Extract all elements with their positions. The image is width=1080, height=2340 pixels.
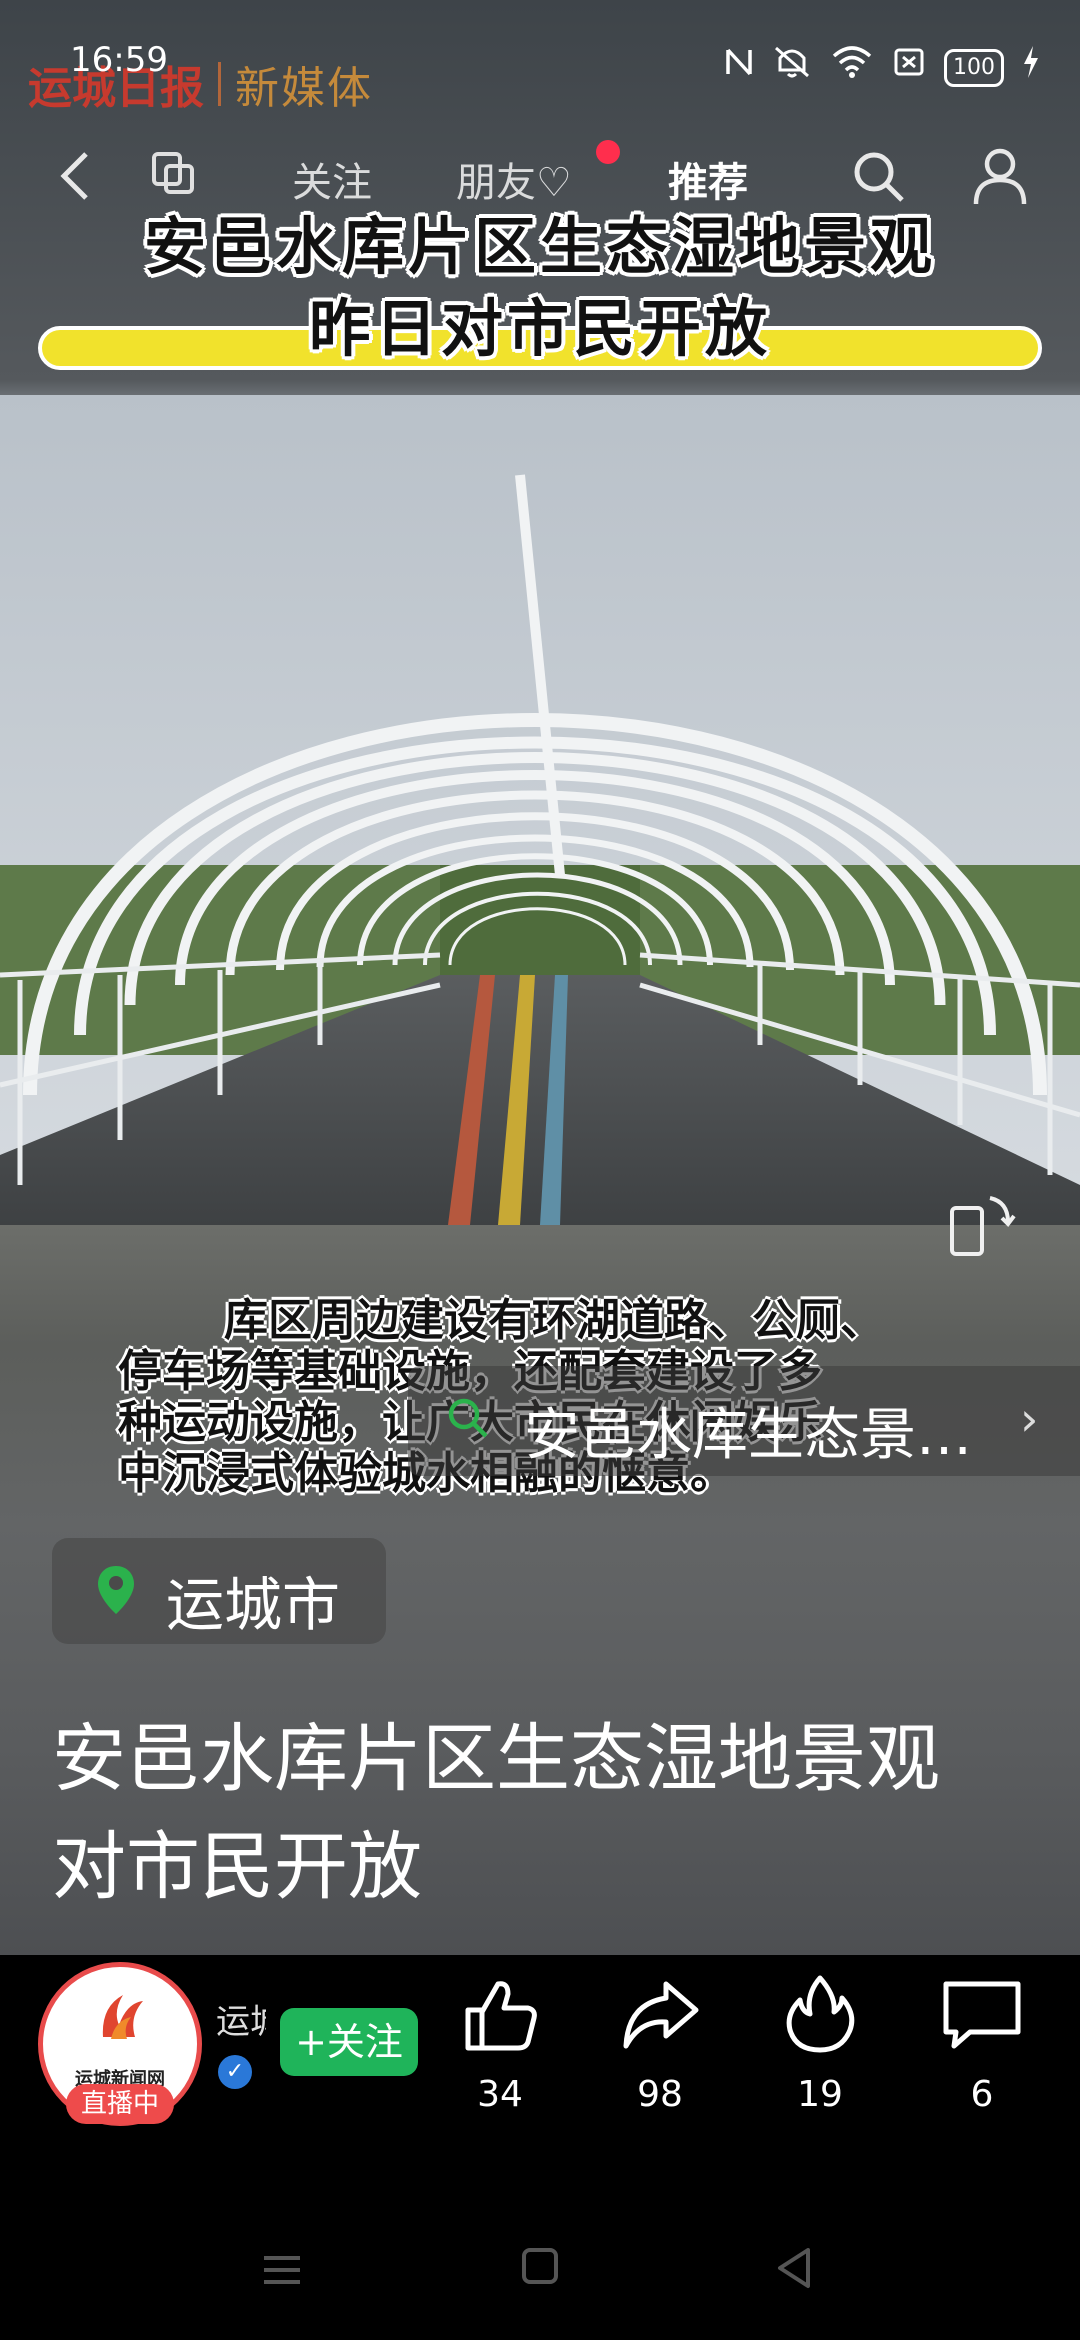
nfc-icon — [724, 44, 754, 91]
share-arrow-icon — [623, 1981, 699, 2049]
bridge-image — [0, 395, 1080, 1225]
multi-window-icon[interactable] — [150, 150, 196, 196]
menu-icon[interactable] — [262, 2252, 302, 2288]
verified-badge-icon: ✓ — [218, 2055, 252, 2089]
hot-button[interactable]: 19 — [760, 1972, 880, 2115]
location-pin-icon — [98, 1566, 134, 1614]
comment-count: 6 — [970, 2074, 994, 2115]
live-badge[interactable]: 直播中 — [66, 2084, 174, 2124]
status-time: 16:59 — [70, 40, 168, 80]
video-frame-photo — [0, 395, 1080, 1225]
status-icons: 100 — [724, 44, 1040, 91]
rotate-screen-icon[interactable] — [946, 1190, 1016, 1260]
video-headline-line1: 安邑水库片区生态湿地景观 — [143, 210, 936, 283]
hot-count: 19 — [797, 2074, 843, 2115]
sim-icon — [892, 44, 926, 91]
thumbs-up-icon — [465, 1981, 537, 2051]
post-title-line2: 对市民开放 — [52, 1824, 422, 1910]
comment-button[interactable]: 6 — [922, 1972, 1042, 2115]
charging-icon — [1022, 44, 1040, 91]
share-count: 98 — [637, 2074, 683, 2115]
share-button[interactable]: 98 — [600, 1972, 720, 2115]
system-nav-bar — [0, 2230, 1080, 2310]
search-suggestion-icon — [448, 1398, 488, 1438]
location-tag[interactable]: 运城市 — [52, 1538, 386, 1644]
mute-icon — [772, 44, 812, 91]
comment-bubble-icon — [943, 1981, 1021, 2049]
post-title-line1: 安邑水库片区生态湿地景观 — [52, 1716, 940, 1802]
watermark-separator — [218, 62, 221, 106]
follow-button[interactable]: +关注 — [280, 2008, 418, 2076]
home-icon[interactable] — [522, 2248, 558, 2284]
flame-icon — [786, 1975, 855, 2053]
location-label: 运城市 — [166, 1571, 341, 1639]
like-button[interactable]: 34 — [440, 1972, 560, 2115]
chevron-right-icon: › — [1020, 1392, 1039, 1446]
author-name[interactable]: 运城 — [216, 1994, 266, 2043]
watermark-suffix: 新媒体 — [235, 63, 373, 114]
battery-indicator: 100 — [944, 48, 1004, 87]
wifi-icon — [830, 44, 874, 91]
author-logo-icon — [102, 1995, 143, 2039]
video-headline-line2: 昨日对市民开放 — [308, 292, 771, 365]
like-count: 34 — [477, 2074, 523, 2115]
search-suggestion-text: 安邑水库生态景… — [524, 1403, 972, 1468]
search-suggestion[interactable]: 安邑水库生态景… › — [408, 1366, 1080, 1476]
caption-line1: 库区周边建设有环湖道路、公厕、 — [224, 1295, 884, 1346]
notification-dot — [596, 140, 620, 164]
post-title[interactable]: 安邑水库片区生态湿地景观 对市民开放 — [52, 1705, 1042, 1921]
back-triangle-icon[interactable] — [774, 2246, 814, 2290]
